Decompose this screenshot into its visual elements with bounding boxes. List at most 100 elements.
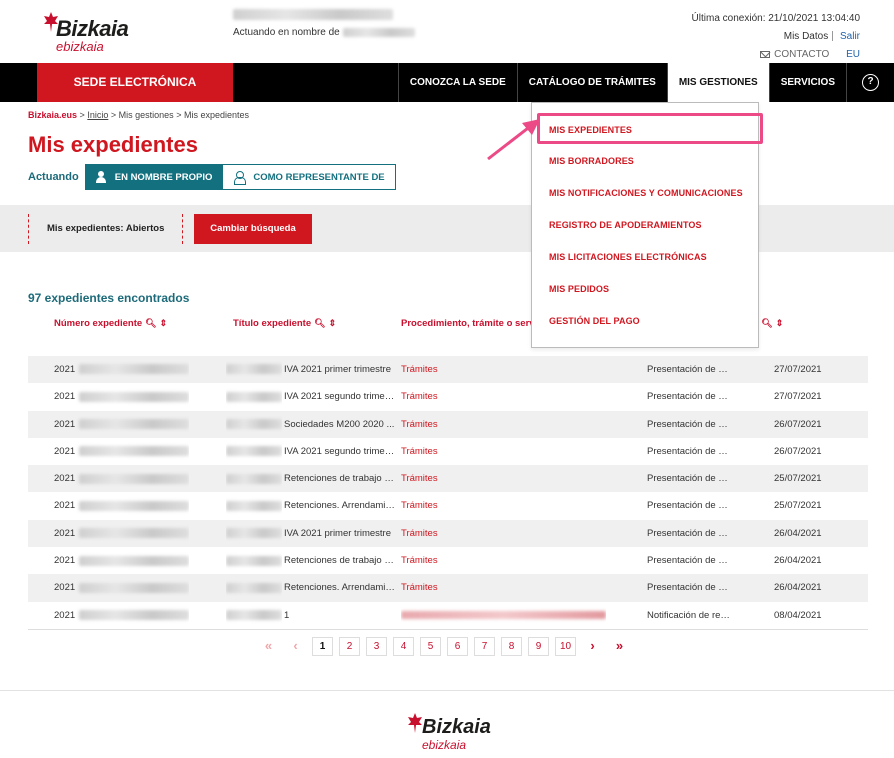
page-9-button[interactable]: 9 bbox=[528, 637, 549, 656]
proc-link[interactable]: Trámites bbox=[401, 500, 438, 511]
table-row[interactable]: 2021 IVA 2021 primer trimestre Trámites Pre… bbox=[28, 356, 868, 384]
cell-titulo: IVA 2021 segundo trimes... bbox=[284, 391, 396, 403]
callout-arrow-icon bbox=[487, 119, 540, 161]
page-5-button[interactable]: 5 bbox=[420, 637, 441, 656]
help-button[interactable]: ? bbox=[846, 63, 894, 102]
breadcrumb-sep: > bbox=[79, 110, 85, 120]
cell-fecha: 25/07/2021 bbox=[774, 500, 822, 512]
footer-logo[interactable]: Bizkaia ebizkaia bbox=[408, 713, 494, 755]
cell-title-redacted bbox=[226, 547, 282, 574]
results-table: 2021 IVA 2021 primer trimestre Trámites Pre… bbox=[28, 356, 868, 630]
sort-icon: ⇕ bbox=[159, 318, 168, 328]
table-row[interactable]: 2021 Retenciones de trabajo 2... Trámites P… bbox=[28, 547, 868, 574]
page-title: Mis expedientes bbox=[28, 132, 198, 157]
first-page-button[interactable]: « bbox=[258, 637, 279, 656]
table-row[interactable]: 2021 Retenciones de trabajo 2... Trámites P… bbox=[28, 465, 868, 493]
cell-numero: 2021 bbox=[54, 574, 190, 601]
proc-link[interactable]: Trámites bbox=[401, 555, 438, 566]
page-2-button[interactable]: 2 bbox=[339, 637, 360, 656]
page-10-button[interactable]: 10 bbox=[555, 637, 576, 656]
proc-link[interactable]: Trámites bbox=[401, 364, 438, 375]
my-data-link[interactable]: Mis Datos bbox=[784, 31, 828, 42]
proc-link[interactable]: Trámites bbox=[401, 582, 438, 593]
table-row[interactable]: 2021 IVA 2021 segundo trimes... Trámites Pr… bbox=[28, 383, 868, 410]
change-search-button[interactable]: Cambiar búsqueda bbox=[194, 214, 312, 244]
title-redacted bbox=[226, 582, 282, 593]
menu-mis-notificaciones[interactable]: MIS NOTIFICACIONES Y COMUNICACIONES bbox=[549, 188, 743, 198]
language-eu-link[interactable]: EU bbox=[846, 49, 860, 60]
proc-link[interactable]: Trámites bbox=[401, 528, 438, 539]
cell-procedimiento: Trámites bbox=[401, 383, 438, 410]
page-7-button[interactable]: 7 bbox=[474, 637, 495, 656]
page-4-button[interactable]: 4 bbox=[393, 637, 414, 656]
help-icon: ? bbox=[862, 74, 879, 91]
acting-label: Actuando bbox=[28, 171, 79, 183]
breadcrumb-root[interactable]: Bizkaia.eus bbox=[28, 110, 77, 120]
num-prefix: 2021 bbox=[54, 500, 76, 512]
top-header: Bizkaia ebizkaia Actuando en nombre de Ú… bbox=[0, 0, 894, 63]
mis-gestiones-dropdown: MIS EXPEDIENTES MIS BORRADORES MIS NOTIF… bbox=[531, 102, 763, 348]
page-3-button[interactable]: 3 bbox=[366, 637, 387, 656]
divider bbox=[832, 31, 834, 42]
menu-mis-expedientes[interactable]: MIS EXPEDIENTES bbox=[549, 125, 632, 135]
nav-conozca-la-sede[interactable]: CONOZCA LA SEDE bbox=[397, 63, 517, 102]
people-icon bbox=[233, 171, 247, 185]
results-count: 97 expedientes encontrados bbox=[28, 291, 190, 305]
num-redacted bbox=[79, 364, 190, 375]
table-row[interactable]: 2021 Retenciones. Arrendamie... Trámites Pr… bbox=[28, 492, 868, 519]
col-titulo-expediente[interactable]: Título expediente 🔍︎ ⇕ bbox=[233, 318, 336, 329]
table-row[interactable]: 2021 Retenciones. Arrendamie... Trámites Pr… bbox=[28, 574, 868, 602]
table-row[interactable]: 2021 IVA 2021 primer trimestre Trámites Pre… bbox=[28, 519, 868, 548]
own-name-button[interactable]: EN NOMBRE PROPIO bbox=[84, 164, 223, 190]
menu-mis-licitaciones[interactable]: MIS LICITACIONES ELECTRÓNICAS bbox=[549, 252, 707, 262]
last-connection: Última conexión: 21/10/2021 13:04:40 bbox=[691, 13, 860, 24]
page-1-button[interactable]: 1 bbox=[312, 637, 333, 656]
next-page-button[interactable]: › bbox=[582, 637, 603, 656]
table-row[interactable]: 2021 1 Notificación de res... 08/04/2021 bbox=[28, 602, 868, 629]
title-redacted bbox=[226, 473, 282, 484]
footer-divider bbox=[0, 690, 894, 691]
menu-mis-pedidos[interactable]: MIS PEDIDOS bbox=[549, 284, 609, 294]
last-page-button[interactable]: » bbox=[609, 637, 630, 656]
table-row[interactable]: 2021 IVA 2021 segundo trimes... Trámites Pr… bbox=[28, 438, 868, 465]
cell-numero: 2021 bbox=[54, 602, 190, 629]
main-nav: SEDE ELECTRÓNICA CONOZCA LA SEDE CATÁLOG… bbox=[0, 63, 894, 102]
breadcrumb-current: Mis expedientes bbox=[183, 110, 250, 120]
proc-link[interactable]: Trámites bbox=[401, 391, 438, 402]
acting-on-behalf-label: Actuando en nombre de bbox=[233, 27, 340, 38]
cell-fecha: 25/07/2021 bbox=[774, 473, 822, 485]
cell-fecha: 26/04/2021 bbox=[774, 527, 822, 539]
menu-registro-apoderamientos[interactable]: REGISTRO DE APODERAMIENTOS bbox=[549, 220, 702, 230]
footer-sub: ebizkaia bbox=[422, 738, 467, 752]
prev-page-button[interactable]: ‹ bbox=[285, 637, 306, 656]
breadcrumb-home[interactable]: Inicio bbox=[87, 110, 108, 120]
cell-tipo: Presentación de d... bbox=[647, 527, 731, 539]
logout-link[interactable]: Salir bbox=[840, 31, 860, 42]
num-redacted bbox=[79, 473, 190, 484]
page-8-button[interactable]: 8 bbox=[501, 637, 522, 656]
proc-link[interactable]: Trámites bbox=[401, 446, 438, 457]
proc-link[interactable]: Trámites bbox=[401, 473, 438, 484]
proc-link[interactable]: Trámites bbox=[401, 419, 438, 430]
menu-mis-borradores[interactable]: MIS BORRADORES bbox=[549, 156, 634, 166]
contact-link[interactable]: CONTACTO bbox=[760, 49, 829, 60]
cell-title-redacted bbox=[226, 520, 282, 547]
nav-servicios[interactable]: SERVICIOS bbox=[768, 63, 846, 102]
num-prefix: 2021 bbox=[54, 391, 76, 403]
cell-title-redacted bbox=[226, 465, 282, 492]
cell-numero: 2021 bbox=[54, 438, 190, 465]
representative-button[interactable]: COMO REPRESENTANTE DE bbox=[222, 164, 396, 190]
col-procedimiento[interactable]: Procedimiento, trámite o servicio bbox=[401, 318, 531, 329]
cell-title-redacted bbox=[226, 602, 282, 629]
menu-gestion-del-pago[interactable]: GESTIÓN DEL PAGO bbox=[549, 316, 640, 326]
sede-electronica-link[interactable]: SEDE ELECTRÓNICA bbox=[37, 63, 233, 102]
bizkaia-logo[interactable]: Bizkaia ebizkaia bbox=[44, 12, 130, 54]
nav-mis-gestiones[interactable]: MIS GESTIONES bbox=[666, 63, 769, 102]
cell-fecha: 27/07/2021 bbox=[774, 391, 822, 403]
col-numero-expediente[interactable]: Número expediente 🔍︎ ⇕ bbox=[54, 318, 167, 329]
table-row[interactable]: 2021 Sociedades M200 2020 ... Trámites Pres… bbox=[28, 410, 868, 438]
page-6-button[interactable]: 6 bbox=[447, 637, 468, 656]
cell-numero: 2021 bbox=[54, 411, 190, 438]
title-redacted bbox=[226, 555, 282, 566]
nav-catalogo-tramites[interactable]: CATÁLOGO DE TRÁMITES bbox=[516, 63, 667, 102]
